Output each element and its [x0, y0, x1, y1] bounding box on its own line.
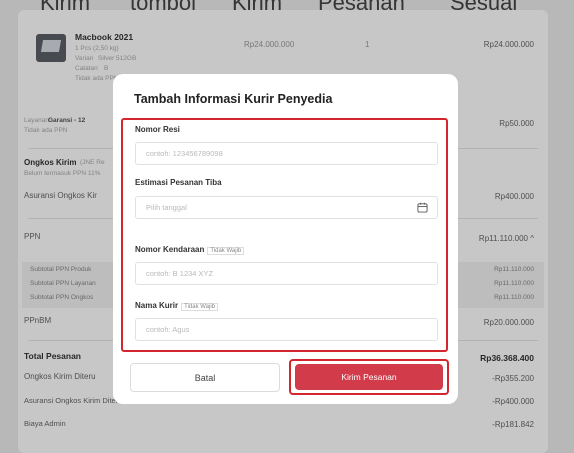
kurir-label: Nama Kurir Tidak Wajib [135, 301, 219, 311]
estimasi-label: Estimasi Pesanan Tiba [135, 178, 222, 187]
modal-title: Tambah Informasi Kurir Penyedia [134, 92, 333, 106]
estimasi-placeholder: Pilih tanggal [146, 203, 187, 212]
resi-label: Nomor Resi [135, 125, 180, 134]
calendar-icon [417, 202, 428, 213]
optional-tag: Tidak Wajib [207, 247, 245, 255]
kurir-input[interactable] [135, 318, 438, 341]
courier-info-modal: Tambah Informasi Kurir Penyedia Nomor Re… [113, 74, 458, 404]
optional-tag: Tidak Wajib [181, 303, 219, 311]
cancel-button[interactable]: Batal [130, 363, 280, 392]
submit-highlight: Kirim Pesanan [289, 359, 449, 395]
kendaraan-input[interactable] [135, 262, 438, 285]
estimasi-date-picker[interactable]: Pilih tanggal [135, 196, 438, 219]
courier-form: Nomor Resi Estimasi Pesanan Tiba Pilih t… [121, 118, 448, 352]
submit-order-button[interactable]: Kirim Pesanan [295, 364, 443, 390]
resi-input[interactable] [135, 142, 438, 165]
kendaraan-label: Nomor Kendaraan Tidak Wajib [135, 245, 245, 255]
